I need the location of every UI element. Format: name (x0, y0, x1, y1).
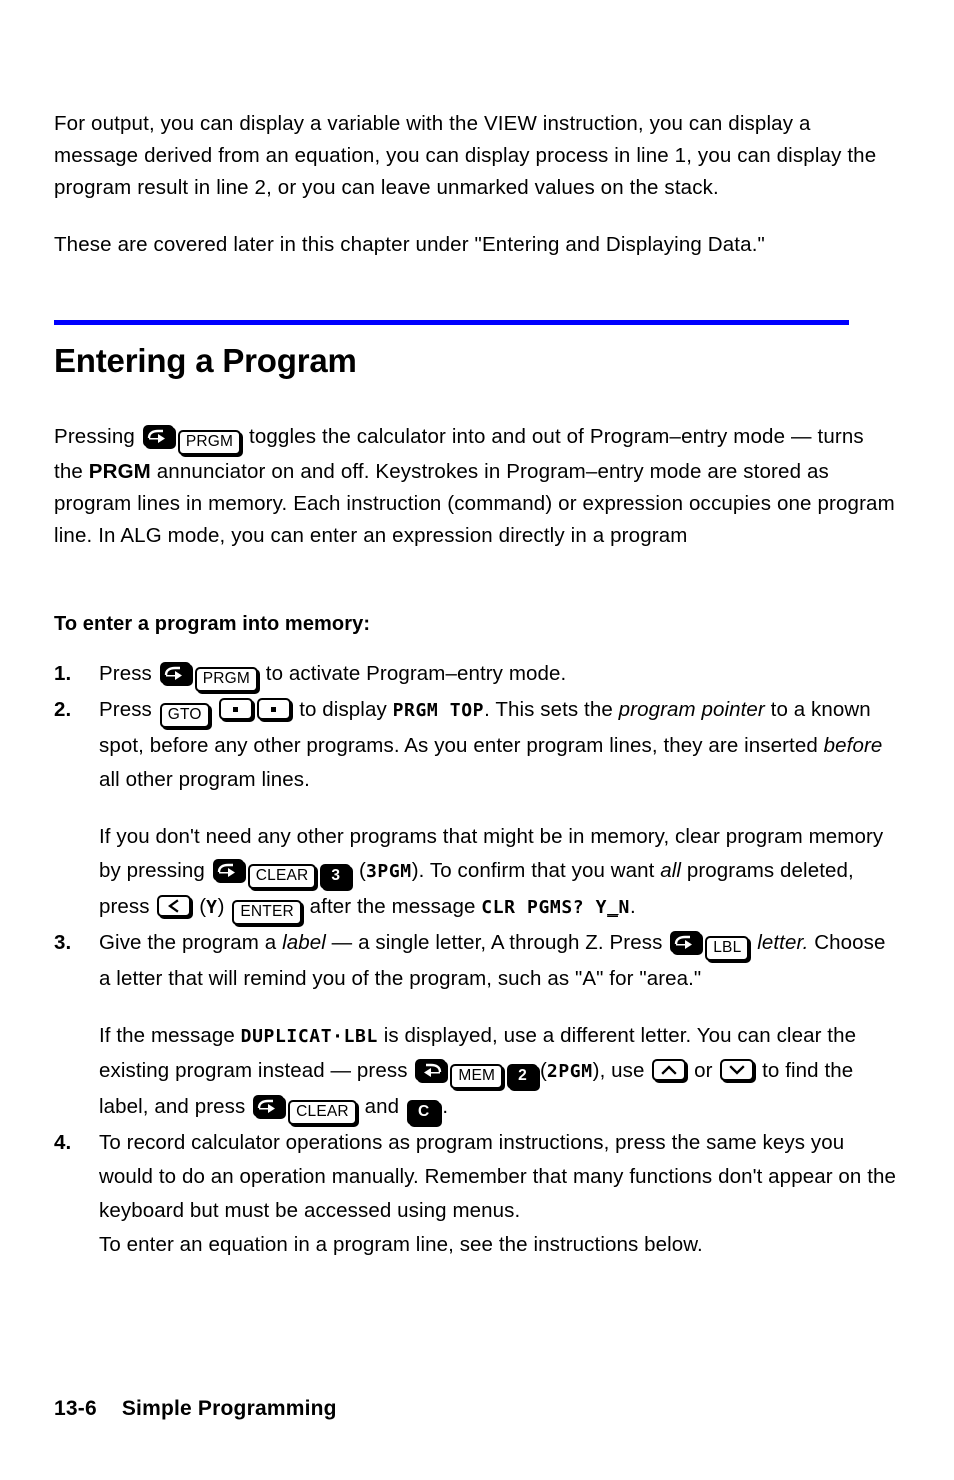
step-number: 3. (54, 931, 72, 954)
text-fragment: Press (99, 662, 158, 685)
lcd-display-y: Y (206, 897, 218, 918)
text-fragment: to display (293, 698, 393, 721)
steps-list: 1. Press PRGM to activate Program–entry m… (54, 657, 896, 1262)
left-shift-key-icon[interactable] (415, 1059, 447, 1081)
lcd-display-duplicat-lbl: DUPLICAT·LBL (240, 1026, 378, 1047)
emphasis-program-pointer: program pointer (618, 698, 765, 721)
lcd-display-clr-pgms: CLR PGMS? Y (481, 897, 608, 918)
right-shift-key-icon[interactable] (212, 859, 244, 881)
emphasis-before: before (823, 734, 883, 757)
step-number: 1. (54, 662, 72, 685)
decimal-point-key-icon[interactable] (219, 698, 254, 720)
lbl-key[interactable]: LBL (705, 936, 750, 961)
chapter-name: Simple Programming (121, 1397, 337, 1420)
step-2-note: If you don't need any other programs tha… (99, 820, 896, 926)
right-shift-key-icon[interactable] (142, 425, 174, 447)
prgm-key[interactable]: PRGM (177, 430, 242, 455)
letter-c-key[interactable]: C (406, 1100, 441, 1125)
list-item-step-2: 2. Press GTO to display PRGM TOP. This se… (54, 693, 896, 926)
text-fragment: . (442, 1095, 449, 1118)
text-fragment: or (688, 1059, 719, 1082)
digit-2-key[interactable]: 2 (507, 1064, 538, 1089)
right-shift-key-icon[interactable] (670, 931, 702, 953)
text-fragment: Pressing (54, 425, 141, 448)
list-item-step-4: 4. To record calculator operations as pro… (54, 1126, 896, 1262)
list-item-step-1: 1. Press PRGM to activate Program–entry m… (54, 657, 896, 693)
text-fragment: To enter an equation in a program line, … (99, 1233, 703, 1256)
emphasis-letter: letter. (757, 931, 809, 954)
clear-key[interactable]: CLEAR (247, 864, 317, 889)
digit-3-key[interactable]: 3 (320, 864, 352, 889)
mem-key[interactable]: MEM (450, 1064, 504, 1089)
decimal-point-key-icon[interactable] (257, 698, 292, 720)
text-fragment: . (629, 895, 636, 918)
text-fragment: ( (193, 895, 207, 918)
emphasis-all: all (660, 859, 682, 882)
lcd-display-cursor: _ (607, 897, 619, 918)
text-fragment: and (358, 1095, 405, 1118)
up-arrow-key-icon[interactable] (652, 1059, 687, 1081)
lcd-display-3pgm: 3PGM (365, 861, 412, 882)
right-shift-key-icon[interactable] (253, 1095, 285, 1117)
section-intro-paragraph: Pressing PRGM toggles the calculator int… (54, 421, 896, 552)
page-footer: 13-6 Simple Programming (54, 1397, 337, 1421)
prgm-key[interactable]: PRGM (194, 667, 259, 692)
subsection-heading: To enter a program into memory: (54, 613, 371, 635)
emphasis-label: label (282, 931, 326, 954)
page-title: Entering a Program (54, 342, 357, 379)
text-fragment: ( (353, 859, 366, 882)
text-fragment: ), use (592, 1059, 651, 1082)
clear-key[interactable]: CLEAR (288, 1100, 357, 1125)
lcd-display-n: N (618, 897, 630, 918)
document-page: For output, you can display a variable w… (0, 0, 954, 1480)
lcd-display-2pgm: 2PGM (546, 1061, 593, 1082)
down-arrow-key-icon[interactable] (720, 1059, 755, 1081)
text-fragment: to activate Program–entry mode. (260, 662, 567, 685)
text-fragment: — a single letter, A through Z. Press (325, 931, 669, 954)
text-fragment: If the message (99, 1024, 241, 1047)
text-fragment: . This sets the (484, 698, 619, 721)
step-number: 2. (54, 698, 72, 721)
step-number: 4. (54, 1131, 72, 1154)
intro-paragraph-1: For output, you can display a variable w… (54, 112, 877, 199)
text-fragment: Give the program a (99, 931, 283, 954)
lcd-display-prgm-top: PRGM TOP (392, 700, 485, 721)
enter-key[interactable]: ENTER (232, 900, 302, 925)
gto-key[interactable]: GTO (159, 703, 210, 728)
text-fragment: ( (539, 1059, 547, 1082)
list-item-step-3: 3. Give the program a label — a single le… (54, 926, 896, 1126)
step-3-note: If the message DUPLICAT·LBL is displayed… (99, 1019, 896, 1126)
left-arrow-key-icon[interactable] (157, 895, 192, 917)
prgm-annunciator-label: PRGM (88, 460, 151, 483)
text-fragment: ). To confirm that you want (411, 859, 661, 882)
text-fragment: all other program lines. (99, 768, 310, 791)
text-fragment: annunciator on and off. Keystrokes in Pr… (54, 460, 895, 547)
text-fragment: Press (99, 698, 158, 721)
right-shift-key-icon[interactable] (159, 662, 191, 684)
section-divider-rule (54, 320, 849, 325)
text-fragment: after the message (303, 895, 482, 918)
page-number: 13-6 (54, 1397, 97, 1420)
text-fragment: To record calculator operations as progr… (99, 1131, 897, 1222)
text-fragment: ) (217, 895, 231, 918)
intro-paragraph-2: These are covered later in this chapter … (54, 233, 765, 256)
